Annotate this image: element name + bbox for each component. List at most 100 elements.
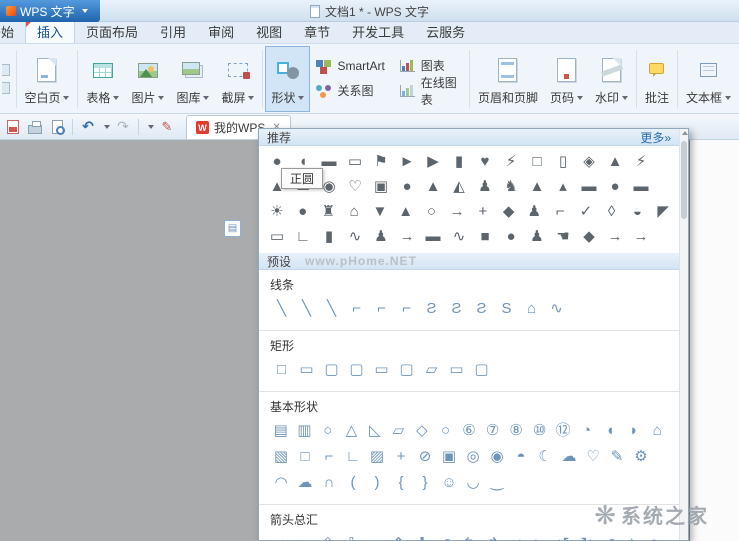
shape-item[interactable]: ◖ — [598, 418, 622, 444]
undo-history-caret[interactable] — [104, 125, 110, 129]
shape-item[interactable]: ✜ — [410, 531, 434, 541]
diagram-button[interactable]: 关系图 — [310, 78, 389, 103]
shape-item[interactable]: ▥ — [293, 418, 317, 444]
print-button[interactable] — [26, 117, 44, 136]
shape-item[interactable]: ⇨ — [269, 531, 293, 541]
shape-item[interactable]: ⌐ — [344, 296, 369, 322]
shape-item[interactable]: ▲ — [420, 174, 446, 199]
shape-item[interactable]: ⌐ — [547, 199, 573, 224]
shape-item[interactable]: ⚙ — [629, 444, 653, 470]
tab-cloud[interactable]: 云服务 — [415, 22, 476, 43]
shape-item[interactable]: ◤ — [650, 199, 676, 224]
shape-item[interactable]: ↪ — [528, 531, 552, 541]
tab-page-layout[interactable]: 页面布局 — [75, 22, 149, 43]
shape-item[interactable]: ↗ — [434, 531, 458, 541]
export-pdf-button[interactable] — [4, 117, 22, 136]
shape-item[interactable]: ▮ — [316, 224, 342, 249]
table-button[interactable]: 表格 — [80, 46, 125, 112]
shape-item[interactable]: ⑦ — [481, 418, 505, 444]
shape-item[interactable]: ⑩ — [528, 418, 552, 444]
shape-item[interactable]: ◇ — [410, 418, 434, 444]
shape-item[interactable]: ↬ — [646, 531, 670, 541]
shape-item[interactable]: ♡ — [581, 444, 605, 470]
shape-item[interactable]: ☾ — [533, 444, 557, 470]
shape-item[interactable]: ▬ — [576, 174, 602, 199]
shape-item[interactable]: ◆ — [496, 199, 522, 224]
shape-item[interactable]: ⑥ — [457, 418, 481, 444]
shape-item[interactable]: ↺ — [551, 531, 575, 541]
shape-item[interactable]: ▲ — [602, 149, 628, 174]
shape-item[interactable]: ⇧ — [316, 531, 340, 541]
shapes-button[interactable]: 形状 — [265, 46, 310, 112]
shape-item[interactable]: ▭ — [294, 357, 319, 383]
shape-item[interactable]: ⑫ — [551, 418, 575, 444]
shape-item[interactable]: ↩ — [504, 531, 528, 541]
shape-item[interactable]: ∿ — [544, 296, 569, 322]
shape-item[interactable]: ☺ — [437, 470, 461, 496]
shape-item[interactable]: ▢ — [394, 357, 419, 383]
shape-item[interactable]: ⇦ — [293, 531, 317, 541]
shape-item[interactable]: ◊ — [599, 199, 625, 224]
shape-item[interactable]: ◆ — [576, 224, 602, 249]
shape-item[interactable]: ♞ — [498, 174, 524, 199]
shape-item[interactable]: ⚡ — [498, 149, 524, 174]
shape-item[interactable]: ) — [365, 470, 389, 496]
shape-item[interactable]: ♟ — [524, 224, 550, 249]
tab-insert[interactable]: 插入 — [25, 22, 75, 43]
shape-item[interactable]: ▭ — [444, 357, 469, 383]
print-preview-button[interactable] — [48, 117, 66, 136]
shape-item[interactable]: ‿ — [485, 470, 509, 496]
shape-item[interactable]: ◠ — [269, 470, 293, 496]
shape-item[interactable]: ◉ — [485, 444, 509, 470]
shape-item[interactable]: ⌂ — [341, 199, 367, 224]
shape-item[interactable]: ▲ — [393, 199, 419, 224]
shape-item[interactable]: ↰ — [457, 531, 481, 541]
tab-home[interactable]: 开始 — [0, 22, 25, 43]
smartart-button[interactable]: SmartArt — [310, 53, 389, 78]
shape-item[interactable]: ● — [290, 199, 316, 224]
shape-item[interactable]: ▧ — [269, 444, 293, 470]
shape-item[interactable]: ♥ — [472, 149, 498, 174]
shape-item[interactable]: ▨ — [365, 444, 389, 470]
shape-item[interactable]: ✎ — [605, 444, 629, 470]
shape-item[interactable]: → — [628, 224, 654, 249]
shape-item[interactable]: ▶ — [420, 149, 446, 174]
shape-item[interactable]: ↻ — [575, 531, 599, 541]
shape-item[interactable]: □ — [293, 444, 317, 470]
header-footer-button[interactable]: 页眉和页脚 — [472, 46, 544, 112]
shape-item[interactable]: ⇔ — [363, 531, 387, 541]
shape-item[interactable]: ● — [498, 224, 524, 249]
tab-view[interactable]: 视图 — [245, 22, 293, 43]
screenshot-button[interactable]: 截屏 — [215, 46, 260, 112]
shape-item[interactable]: ⌐ — [369, 296, 394, 322]
shape-item[interactable]: ☁ — [557, 444, 581, 470]
shape-item[interactable]: ▬ — [420, 224, 446, 249]
shape-item[interactable]: → — [444, 199, 470, 224]
shape-item[interactable]: ⑧ — [504, 418, 528, 444]
toolbar-options-caret[interactable] — [148, 125, 154, 129]
shape-item[interactable]: ◗ — [622, 418, 646, 444]
shape-item[interactable]: ∿ — [446, 224, 472, 249]
shape-item[interactable]: ▭ — [369, 357, 394, 383]
shape-item[interactable]: ▢ — [319, 357, 344, 383]
shape-item[interactable]: ⌂ — [519, 296, 544, 322]
shape-item[interactable]: ∩ — [317, 470, 341, 496]
shape-item[interactable]: ⌂ — [646, 418, 670, 444]
shape-item[interactable]: ▲ — [524, 174, 550, 199]
online-chart-button[interactable]: 在线图表 — [394, 78, 467, 103]
more-shapes-link[interactable]: 更多» — [640, 129, 671, 146]
shape-item[interactable]: ■ — [472, 224, 498, 249]
shape-item[interactable]: ⌐ — [394, 296, 419, 322]
shape-item[interactable]: ( — [341, 470, 365, 496]
shape-item[interactable]: ▣ — [437, 444, 461, 470]
shape-item[interactable]: } — [413, 470, 437, 496]
watermark-button[interactable]: 水印 — [589, 46, 634, 112]
shape-item[interactable]: ◎ — [461, 444, 485, 470]
textbox-button[interactable]: 文本框 — [680, 46, 737, 112]
shape-item[interactable]: ▼ — [367, 199, 393, 224]
shape-item[interactable]: ◓ — [509, 444, 533, 470]
redo-button[interactable]: ↷ — [114, 117, 132, 136]
shape-item[interactable]: ∟ — [290, 224, 316, 249]
shape-item[interactable]: ▬ — [628, 174, 654, 199]
shape-item[interactable]: ⇕ — [387, 531, 411, 541]
